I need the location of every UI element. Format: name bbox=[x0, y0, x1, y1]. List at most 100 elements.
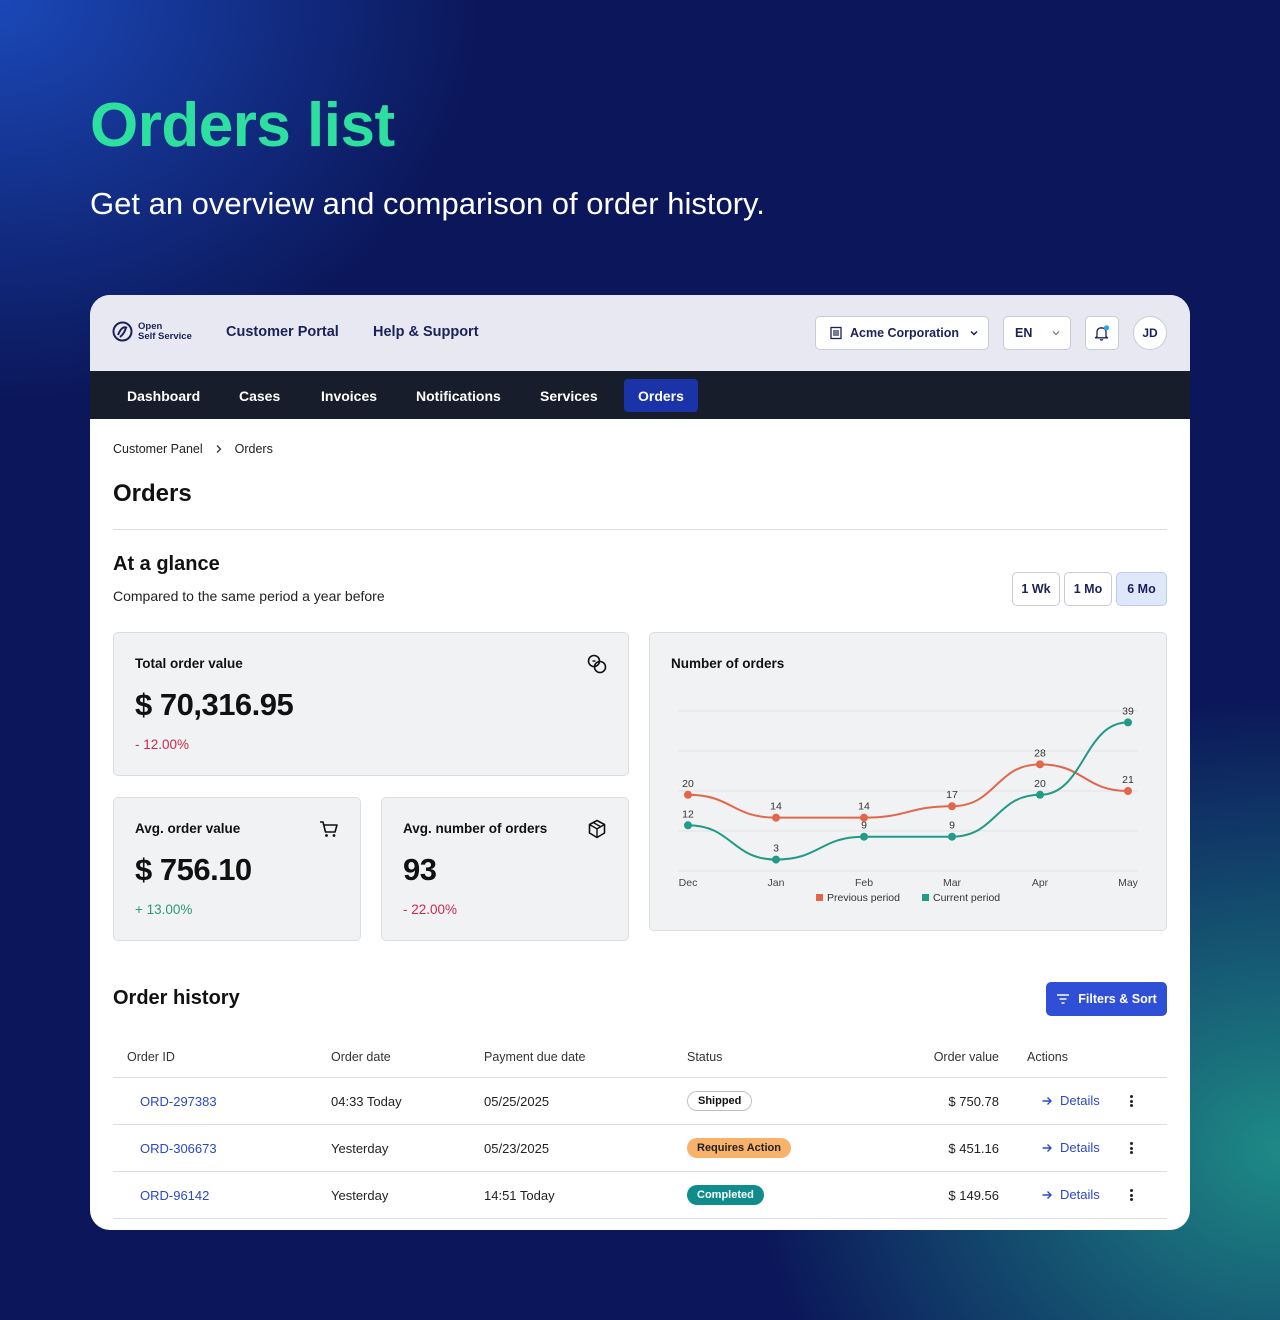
period-1wk-button[interactable]: 1 Wk bbox=[1012, 572, 1060, 606]
nav-dashboard[interactable]: Dashboard bbox=[113, 379, 214, 412]
more-options-icon[interactable] bbox=[1127, 1140, 1135, 1156]
total-order-value-card: Total order value $ 70,316.95 - 12.00% bbox=[113, 632, 629, 776]
order-history-title: Order history bbox=[113, 987, 240, 1009]
chevron-right-icon bbox=[216, 445, 222, 453]
x-tick-label: Mar bbox=[943, 877, 962, 889]
avatar[interactable]: JD bbox=[1133, 316, 1167, 350]
details-link[interactable]: Details bbox=[1041, 1140, 1100, 1155]
top-bar: Open Self Service Customer Portal Help &… bbox=[90, 295, 1190, 371]
data-label: 20 bbox=[682, 778, 694, 790]
order-date: 04:33 Today bbox=[331, 1094, 402, 1109]
data-label: 12 bbox=[682, 808, 694, 820]
details-label: Details bbox=[1060, 1140, 1100, 1155]
column-order-value[interactable]: Order value bbox=[899, 1050, 999, 1064]
help-support-link[interactable]: Help & Support bbox=[373, 324, 479, 340]
data-label: 14 bbox=[770, 801, 782, 813]
more-options-icon[interactable] bbox=[1127, 1187, 1135, 1203]
order-value: $ 149.56 bbox=[948, 1188, 999, 1203]
package-icon bbox=[588, 819, 606, 839]
data-label: 14 bbox=[858, 801, 870, 813]
order-value: $ 750.78 bbox=[948, 1094, 999, 1109]
legend-label: Current period bbox=[933, 892, 1000, 904]
arrow-right-icon bbox=[1042, 1143, 1052, 1152]
order-value: $ 451.16 bbox=[948, 1141, 999, 1156]
data-point bbox=[772, 855, 780, 864]
order-id-link[interactable]: ORD-306673 bbox=[140, 1141, 217, 1156]
x-tick-label: Feb bbox=[855, 877, 873, 889]
notifications-button[interactable] bbox=[1085, 316, 1119, 350]
details-link[interactable]: Details bbox=[1041, 1093, 1100, 1108]
data-point bbox=[860, 832, 868, 841]
stat-value: 93 bbox=[403, 852, 437, 887]
data-label: 39 bbox=[1122, 705, 1134, 717]
order-date: Yesterday bbox=[331, 1141, 389, 1156]
order-history-table: Order ID Order date Payment due date Sta… bbox=[113, 1037, 1167, 1219]
data-point bbox=[684, 821, 692, 830]
cart-icon bbox=[320, 821, 338, 837]
nav-notifications[interactable]: Notifications bbox=[402, 379, 515, 412]
column-status[interactable]: Status bbox=[687, 1050, 722, 1064]
payment-due-date: 14:51 Today bbox=[484, 1188, 555, 1203]
logo[interactable]: Open Self Service bbox=[112, 321, 192, 342]
filter-icon bbox=[1057, 994, 1070, 1004]
details-label: Details bbox=[1060, 1187, 1100, 1202]
logo-text-line1: Open bbox=[138, 320, 163, 332]
order-id-link[interactable]: ORD-96142 bbox=[140, 1188, 209, 1203]
data-point bbox=[948, 802, 956, 811]
breadcrumb-customer-panel[interactable]: Customer Panel bbox=[113, 442, 203, 456]
data-label: 21 bbox=[1122, 774, 1134, 786]
organization-select[interactable]: Acme Corporation bbox=[815, 316, 989, 350]
arrow-right-icon bbox=[1042, 1190, 1052, 1199]
data-label: 9 bbox=[949, 820, 955, 832]
app-window: Open Self Service Customer Portal Help &… bbox=[90, 295, 1190, 1230]
orders-chart-card: Number of orders Dec Jan Feb Mar Apr May 20 14 1… bbox=[649, 632, 1167, 931]
legend-swatch bbox=[922, 894, 929, 901]
data-point bbox=[948, 832, 956, 841]
column-order-id[interactable]: Order ID bbox=[127, 1050, 175, 1064]
column-payment-due[interactable]: Payment due date bbox=[484, 1050, 585, 1064]
page-title: Orders bbox=[113, 480, 192, 507]
table-row: ORD-306673 Yesterday 05/23/2025 Requires… bbox=[113, 1125, 1167, 1172]
stat-change: - 22.00% bbox=[403, 902, 458, 917]
period-1mo-button[interactable]: 1 Mo bbox=[1064, 572, 1112, 606]
stat-label: Avg. number of orders bbox=[403, 821, 548, 836]
hero-subtitle: Get an overview and comparison of order … bbox=[90, 186, 765, 221]
avg-order-value-card: Avg. order value $ 756.10 + 13.00% bbox=[113, 797, 361, 941]
logo-text-line2: Self Service bbox=[138, 330, 192, 342]
status-badge: Requires Action bbox=[687, 1138, 791, 1158]
table-row: ORD-297383 04:33 Today 05/25/2025 Shippe… bbox=[113, 1078, 1167, 1125]
status-badge: Shipped bbox=[687, 1091, 753, 1111]
data-label: 3 bbox=[773, 843, 779, 855]
data-point bbox=[1124, 718, 1132, 727]
glance-title: At a glance bbox=[113, 553, 220, 575]
coins-icon bbox=[587, 654, 607, 674]
data-point bbox=[684, 790, 692, 799]
nav-cases[interactable]: Cases bbox=[225, 379, 294, 412]
order-id-link[interactable]: ORD-297383 bbox=[140, 1094, 217, 1109]
building-icon bbox=[830, 326, 842, 340]
data-point bbox=[1036, 790, 1044, 799]
stat-label: Avg. order value bbox=[135, 821, 241, 836]
column-order-date[interactable]: Order date bbox=[331, 1050, 391, 1064]
data-point bbox=[772, 813, 780, 822]
bell-icon bbox=[1094, 325, 1110, 341]
payment-due-date: 05/25/2025 bbox=[484, 1094, 550, 1109]
data-point bbox=[1124, 787, 1132, 795]
payment-due-date: 05/23/2025 bbox=[484, 1141, 550, 1156]
nav-orders[interactable]: Orders bbox=[624, 379, 698, 412]
stat-label: Total order value bbox=[135, 656, 243, 671]
more-options-icon[interactable] bbox=[1127, 1093, 1135, 1109]
filters-sort-button[interactable]: Filters & Sort bbox=[1046, 982, 1167, 1016]
arrow-right-icon bbox=[1042, 1096, 1052, 1105]
details-link[interactable]: Details bbox=[1041, 1187, 1100, 1202]
glance-subtitle: Compared to the same period a year befor… bbox=[113, 588, 385, 604]
period-6mo-button[interactable]: 6 Mo bbox=[1116, 572, 1167, 606]
avg-number-orders-card: Avg. number of orders 93 - 22.00% bbox=[381, 797, 629, 941]
nav-invoices[interactable]: Invoices bbox=[307, 379, 391, 412]
main-nav: Dashboard Cases Invoices Notifications S… bbox=[90, 371, 1190, 419]
customer-portal-link[interactable]: Customer Portal bbox=[226, 324, 339, 340]
hero-title: Orders list bbox=[90, 91, 395, 160]
breadcrumb-orders: Orders bbox=[234, 442, 273, 456]
nav-services[interactable]: Services bbox=[526, 379, 612, 412]
language-select[interactable]: EN bbox=[1003, 316, 1071, 350]
